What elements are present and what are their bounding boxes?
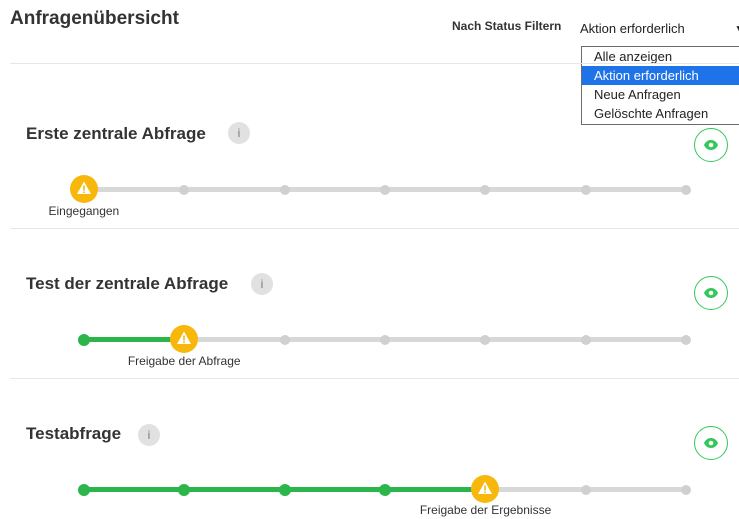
view-request-button[interactable] <box>694 128 728 162</box>
step-dot-pending <box>580 484 591 495</box>
eye-icon <box>704 140 718 150</box>
step-dot-completed <box>178 483 191 496</box>
chevron-down-icon: ▼ <box>734 12 739 46</box>
current-step-label: Eingegangen <box>48 204 120 218</box>
current-step-label: Freigabe der Abfrage <box>127 354 241 368</box>
step-dot-completed <box>78 333 90 346</box>
request-title: Test der zentrale Abfrage <box>26 274 229 293</box>
step-dot-completed <box>379 483 391 496</box>
step-dot-pending <box>580 184 591 195</box>
step-dot-pending <box>580 334 591 345</box>
divider <box>10 228 739 229</box>
warning-icon <box>471 475 500 503</box>
progress-fill <box>84 337 185 342</box>
divider <box>10 63 739 64</box>
step-dot-pending <box>681 484 691 495</box>
step-dot-pending <box>380 184 390 195</box>
step-dot-pending <box>380 334 390 345</box>
warning-icon <box>70 175 98 203</box>
step-dot-pending <box>179 184 190 195</box>
step-dot-pending <box>681 334 691 345</box>
step-dot-pending <box>480 184 491 195</box>
status-filter-value: Aktion erforderlich <box>580 21 685 36</box>
status-filter-dropdown: Alle anzeigen Aktion erforderlich Neue A… <box>581 46 739 125</box>
filter-option-new[interactable]: Neue Anfragen <box>582 85 739 104</box>
step-dot-pending <box>279 334 290 345</box>
view-request-button[interactable] <box>694 276 728 310</box>
view-request-button[interactable] <box>694 426 728 460</box>
step-dot-completed <box>78 483 90 496</box>
step-dot-pending <box>480 334 491 345</box>
eye-icon <box>704 288 718 298</box>
step-dot-completed <box>278 483 291 496</box>
info-icon[interactable]: i <box>138 424 160 446</box>
info-icon[interactable]: i <box>228 122 250 144</box>
warning-icon <box>170 325 199 353</box>
step-dot-pending <box>279 184 290 195</box>
filter-option-action-required[interactable]: Aktion erforderlich <box>582 66 739 85</box>
filter-label: Nach Status Filtern <box>452 19 562 33</box>
page-title: Anfragenübersicht <box>10 8 179 29</box>
current-step-label: Freigabe der Ergebnisse <box>419 503 552 517</box>
request-title: Testabfrage <box>26 424 122 443</box>
eye-icon <box>704 438 718 448</box>
info-icon[interactable]: i <box>251 273 273 295</box>
request-title: Erste zentrale Abfrage <box>26 124 206 143</box>
step-dot-pending <box>681 184 691 195</box>
filter-option-deleted[interactable]: Gelöschte Anfragen <box>582 104 739 123</box>
divider <box>10 378 739 379</box>
status-filter-select[interactable]: Aktion erforderlich ▼ <box>580 12 739 46</box>
